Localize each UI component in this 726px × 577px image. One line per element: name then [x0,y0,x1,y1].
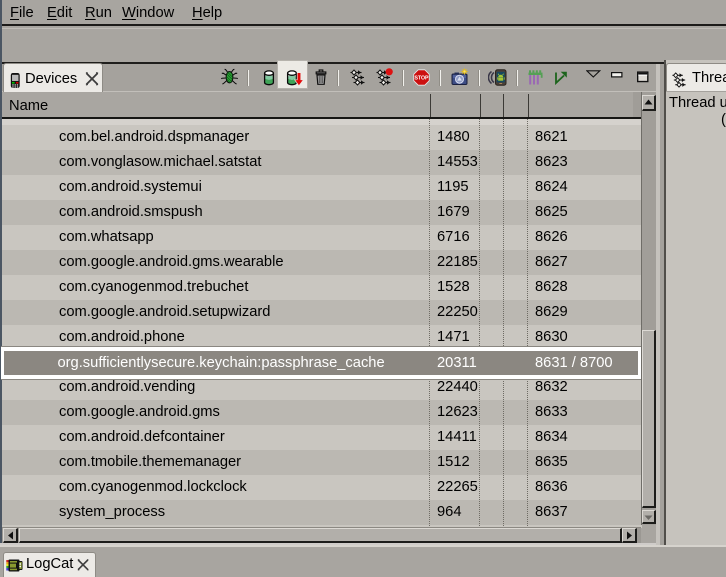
svg-text:STOP: STOP [414,76,429,82]
